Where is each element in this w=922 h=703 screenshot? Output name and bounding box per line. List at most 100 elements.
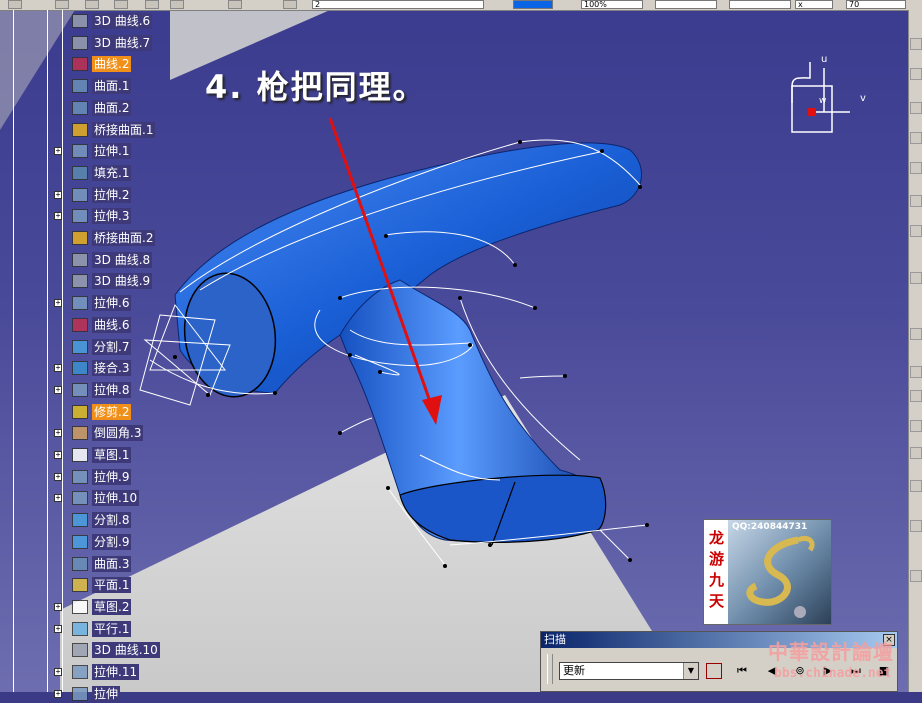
right-tool-13-icon[interactable] bbox=[910, 447, 922, 459]
tree-item-label: 拉伸.9 bbox=[92, 468, 132, 485]
tree-item-label: 3D 曲线.6 bbox=[92, 13, 153, 29]
layers-tool-icon[interactable] bbox=[283, 0, 297, 9]
tree-trunk-line-2 bbox=[47, 10, 48, 692]
logo-qq: QQ:240844731 bbox=[732, 522, 808, 532]
tree-item-label: 草图.1 bbox=[92, 447, 132, 463]
scan-grip[interactable] bbox=[547, 654, 553, 684]
right-tool-2-icon[interactable] bbox=[910, 68, 922, 80]
right-tool-10-icon[interactable] bbox=[910, 366, 922, 378]
tree-item-label: 接合.3 bbox=[92, 360, 132, 377]
tree-branch-line bbox=[62, 10, 63, 692]
expand-icon[interactable]: + bbox=[54, 429, 62, 438]
tree-item-label: 分割.7 bbox=[92, 338, 132, 355]
compass-handle[interactable] bbox=[808, 108, 816, 116]
extrude-icon bbox=[72, 144, 88, 159]
extra-select[interactable]: 70 bbox=[846, 0, 906, 9]
parallel-icon bbox=[72, 621, 88, 636]
tree-item-label: 拉伸 bbox=[92, 685, 121, 702]
curve-tool-icon[interactable] bbox=[8, 0, 22, 9]
expand-icon[interactable]: + bbox=[54, 451, 62, 459]
right-tool-14-icon[interactable] bbox=[910, 480, 922, 492]
tree-item-label: 填充.1 bbox=[92, 164, 132, 181]
blend-surface-icon bbox=[72, 231, 88, 245]
right-tool-4-icon[interactable] bbox=[910, 132, 922, 144]
compass-v-label: v bbox=[860, 93, 866, 104]
watermark-url: bbs.chinade.net bbox=[774, 666, 892, 681]
right-tool-6-icon[interactable] bbox=[910, 195, 922, 207]
tree-trunk-line bbox=[13, 10, 14, 692]
sketch-icon bbox=[72, 448, 88, 462]
plane-icon bbox=[72, 578, 88, 593]
compass-u-label: u bbox=[821, 54, 828, 65]
extrude-icon bbox=[72, 686, 88, 701]
tree-tool-icon[interactable] bbox=[85, 0, 99, 9]
right-tool-3-icon[interactable] bbox=[910, 102, 922, 114]
watermark-name: 中華設計論壇 bbox=[768, 640, 894, 664]
expand-icon[interactable]: + bbox=[54, 190, 62, 199]
layer-tool-icon[interactable] bbox=[145, 0, 159, 9]
right-tool-9-icon[interactable] bbox=[910, 328, 922, 340]
extrude-icon bbox=[72, 665, 88, 679]
cube-tool-icon[interactable] bbox=[114, 0, 128, 9]
right-tool-11-icon[interactable] bbox=[910, 390, 922, 402]
expand-icon[interactable]: + bbox=[54, 472, 62, 481]
split-icon bbox=[72, 534, 88, 549]
surface-icon bbox=[72, 79, 88, 94]
layer-select[interactable]: 2 bbox=[312, 0, 484, 9]
tree-item-label: 拉伸.11 bbox=[92, 664, 140, 680]
scan-mode-select[interactable]: 更新 ▼ bbox=[559, 662, 699, 680]
specification-tree[interactable]: 3D 曲线.6 3D 曲线.7 曲线.2 曲面.1 曲面.2 桥接曲面.1 + 拉伸.1 填充.… bbox=[0, 10, 180, 702]
expand-icon[interactable]: + bbox=[54, 212, 62, 221]
tree-item-label: 曲面.1 bbox=[92, 78, 132, 95]
curve-icon bbox=[72, 317, 88, 332]
tree-item-label: 倒圆角.3 bbox=[92, 425, 144, 442]
blend-surface-icon bbox=[72, 122, 88, 137]
fill-icon bbox=[72, 165, 88, 180]
arrange-tool-icon[interactable] bbox=[170, 0, 184, 9]
tree-item-label: 曲面.2 bbox=[92, 99, 132, 116]
tree-item-label: 草图.2 bbox=[92, 598, 132, 615]
compass-w-label: w bbox=[819, 96, 827, 106]
tree-view-icon[interactable] bbox=[706, 663, 722, 679]
expand-icon[interactable]: + bbox=[54, 624, 62, 633]
right-tool-16-icon[interactable] bbox=[910, 570, 922, 582]
right-tool-7-icon[interactable] bbox=[910, 225, 922, 237]
expand-icon[interactable]: + bbox=[54, 299, 62, 308]
color-select[interactable] bbox=[513, 0, 553, 9]
split-icon bbox=[72, 339, 88, 354]
expand-icon[interactable]: + bbox=[54, 689, 62, 698]
expand-icon[interactable]: + bbox=[54, 494, 62, 503]
forum-watermark: 中華設計論壇 bbs.chinade.net bbox=[760, 636, 910, 692]
right-tool-5-icon[interactable] bbox=[910, 162, 922, 174]
linetype-select[interactable] bbox=[655, 0, 717, 9]
lineweight-select[interactable] bbox=[729, 0, 791, 9]
expand-icon[interactable]: + bbox=[54, 668, 62, 676]
curve-icon bbox=[72, 57, 88, 72]
right-tool-1-icon[interactable] bbox=[910, 38, 922, 50]
first-button[interactable]: ⏮ bbox=[733, 663, 751, 679]
tree-item-label: 桥接曲面.1 bbox=[92, 121, 156, 138]
right-tool-15-icon[interactable] bbox=[910, 520, 922, 532]
grid-tool-icon[interactable] bbox=[55, 0, 69, 9]
tree-item-label: 拉伸.6 bbox=[92, 295, 132, 312]
right-tool-12-icon[interactable] bbox=[910, 420, 922, 432]
chevron-down-icon[interactable]: ▼ bbox=[683, 663, 698, 679]
extrude-icon bbox=[72, 491, 88, 506]
expand-icon[interactable]: + bbox=[54, 147, 62, 156]
style-select[interactable]: x bbox=[795, 0, 833, 9]
right-tool-8-icon[interactable] bbox=[910, 272, 922, 284]
star-tool-icon[interactable] bbox=[228, 0, 242, 9]
surface-icon bbox=[72, 556, 88, 571]
scan-mode-value: 更新 bbox=[563, 664, 585, 677]
tree-item-label: 曲线.6 bbox=[92, 316, 132, 333]
tree-item-label: 3D 曲线.9 bbox=[92, 273, 153, 290]
zoom-select[interactable]: 100% bbox=[581, 0, 643, 9]
expand-icon[interactable]: + bbox=[54, 385, 62, 394]
right-toolbar bbox=[908, 10, 922, 692]
surface-icon bbox=[72, 100, 88, 115]
expand-icon[interactable]: + bbox=[54, 602, 62, 611]
extrude-icon bbox=[72, 209, 88, 224]
expand-icon[interactable]: + bbox=[54, 364, 62, 373]
logo-text: 龙游九天 bbox=[704, 520, 728, 624]
compass-widget[interactable]: u v w bbox=[788, 54, 868, 138]
